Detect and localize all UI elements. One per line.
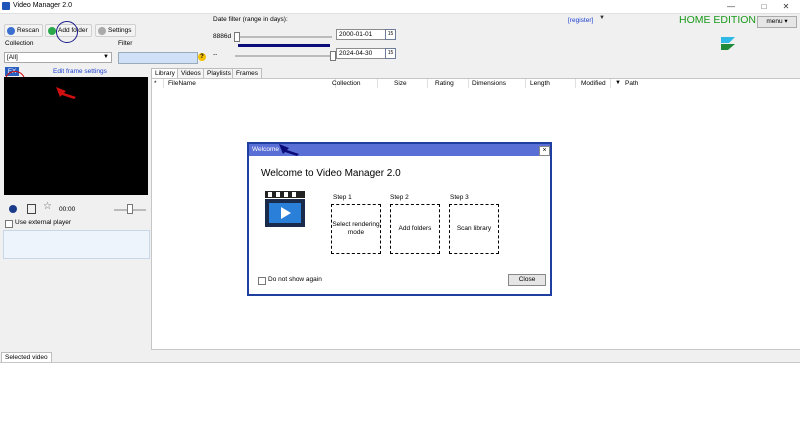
step-1-button[interactable]: Select rendering mode — [331, 204, 381, 254]
play-icon[interactable] — [9, 205, 17, 213]
window-title: Video Manager 2.0 — [13, 2, 73, 9]
title-bar: Video Manager 2.0 — □ ✕ — [0, 0, 800, 14]
help-icon[interactable]: ? — [198, 53, 206, 61]
tab-playlists[interactable]: Playlists — [203, 68, 235, 78]
menu-button[interactable]: menu ▾ — [757, 16, 797, 28]
calendar-icon[interactable]: 15 — [385, 29, 396, 40]
dont-show-again-label: Do not show again — [268, 276, 322, 283]
step-1-text: Select rendering mode — [332, 221, 380, 236]
selected-video-panel — [0, 362, 800, 426]
sort-descending-icon: ▼ — [615, 80, 621, 86]
date-to-field[interactable]: 2024-04-30 — [336, 48, 386, 59]
welcome-dialog: Welcome × Welcome to Video Manager 2.0 S… — [247, 142, 552, 296]
step-2-label: Step 2 — [390, 194, 409, 201]
date-range-bar — [238, 44, 330, 47]
settings-label: Settings — [108, 27, 132, 34]
app-logo — [718, 33, 738, 53]
tab-selected-video[interactable]: Selected video — [1, 352, 52, 362]
register-link[interactable]: [register] — [568, 17, 593, 24]
close-button[interactable]: Close — [508, 274, 546, 286]
menu-label: menu — [766, 18, 783, 25]
volume-slider[interactable] — [127, 204, 133, 214]
date-range-days: 8886d — [213, 33, 232, 40]
snapshot-icon[interactable] — [27, 204, 36, 214]
tab-frames[interactable]: Frames — [232, 68, 263, 78]
date-from-slider-track — [235, 36, 332, 38]
step-3-button[interactable]: Scan library — [449, 204, 499, 254]
edition-label: HOME EDITION — [679, 14, 757, 26]
step-2-text: Add folders — [398, 225, 432, 232]
dialog-close-icon[interactable]: × — [539, 146, 550, 156]
step-3-label: Step 3 — [450, 194, 469, 201]
refresh-icon — [7, 26, 15, 35]
calendar-icon[interactable]: 15 — [385, 48, 396, 59]
column-header-flag[interactable]: * — [152, 79, 164, 88]
cursor-icon — [279, 144, 299, 156]
column-header-length[interactable]: Length — [528, 79, 576, 88]
rescan-button[interactable]: Rescan — [4, 24, 44, 37]
date-from-field[interactable]: 2000-01-01 — [336, 29, 386, 40]
column-header-modified[interactable]: Modified — [579, 79, 611, 88]
collection-label: Collection — [5, 40, 34, 47]
close-window-button[interactable]: ✕ — [772, 0, 800, 13]
step-1-label: Step 1 — [333, 194, 352, 201]
settings-button[interactable]: Settings — [95, 24, 136, 37]
dont-show-again-checkbox[interactable] — [258, 277, 266, 285]
tab-library[interactable]: Library — [151, 68, 179, 78]
column-header-path[interactable]: Path — [623, 79, 763, 88]
column-header-size[interactable]: Size — [392, 79, 428, 88]
collection-dropdown[interactable]: [All] ▼ — [4, 52, 112, 63]
date-from-slider[interactable] — [234, 32, 240, 42]
rescan-label: Rescan — [17, 27, 40, 34]
date-to-slider-track — [235, 55, 332, 57]
video-preview[interactable] — [4, 77, 148, 195]
column-header-collection[interactable]: Collection — [330, 79, 378, 88]
plus-icon — [48, 26, 56, 35]
minimize-button[interactable]: — — [717, 0, 745, 13]
filter-label: Filter — [118, 40, 133, 47]
external-player-checkbox[interactable] — [5, 220, 13, 228]
filter-input[interactable] — [118, 52, 198, 64]
playback-time: 00:00 — [59, 206, 76, 213]
cursor-icon — [56, 87, 76, 99]
column-header-rating[interactable]: Rating — [433, 79, 469, 88]
collection-value: [All] — [7, 54, 18, 61]
date-separator: -- — [213, 51, 218, 58]
chevron-down-icon: ▼ — [103, 54, 109, 60]
highlight-circle — [56, 21, 78, 43]
column-header-dimensions[interactable]: Dimensions — [470, 79, 526, 88]
gear-icon — [98, 26, 106, 35]
column-header-filename[interactable]: FileName — [166, 79, 336, 88]
dialog-heading: Welcome to Video Manager 2.0 — [261, 168, 401, 179]
info-panel — [3, 230, 150, 259]
external-player-label: Use external player — [15, 219, 71, 226]
dialog-title: Welcome — [252, 146, 279, 153]
date-filter-label: Date filter (range in days): — [213, 16, 288, 23]
tab-videos[interactable]: Videos — [177, 68, 205, 78]
step-2-button[interactable]: Add folders — [390, 204, 440, 254]
video-clapper-icon — [263, 189, 307, 229]
app-icon — [2, 2, 10, 10]
step-3-text: Scan library — [456, 225, 492, 232]
edit-frame-settings-link[interactable]: Edit frame settings — [53, 68, 107, 75]
dropdown-arrow-icon: ▼ — [599, 15, 605, 21]
star-icon[interactable]: ☆ — [43, 201, 52, 212]
